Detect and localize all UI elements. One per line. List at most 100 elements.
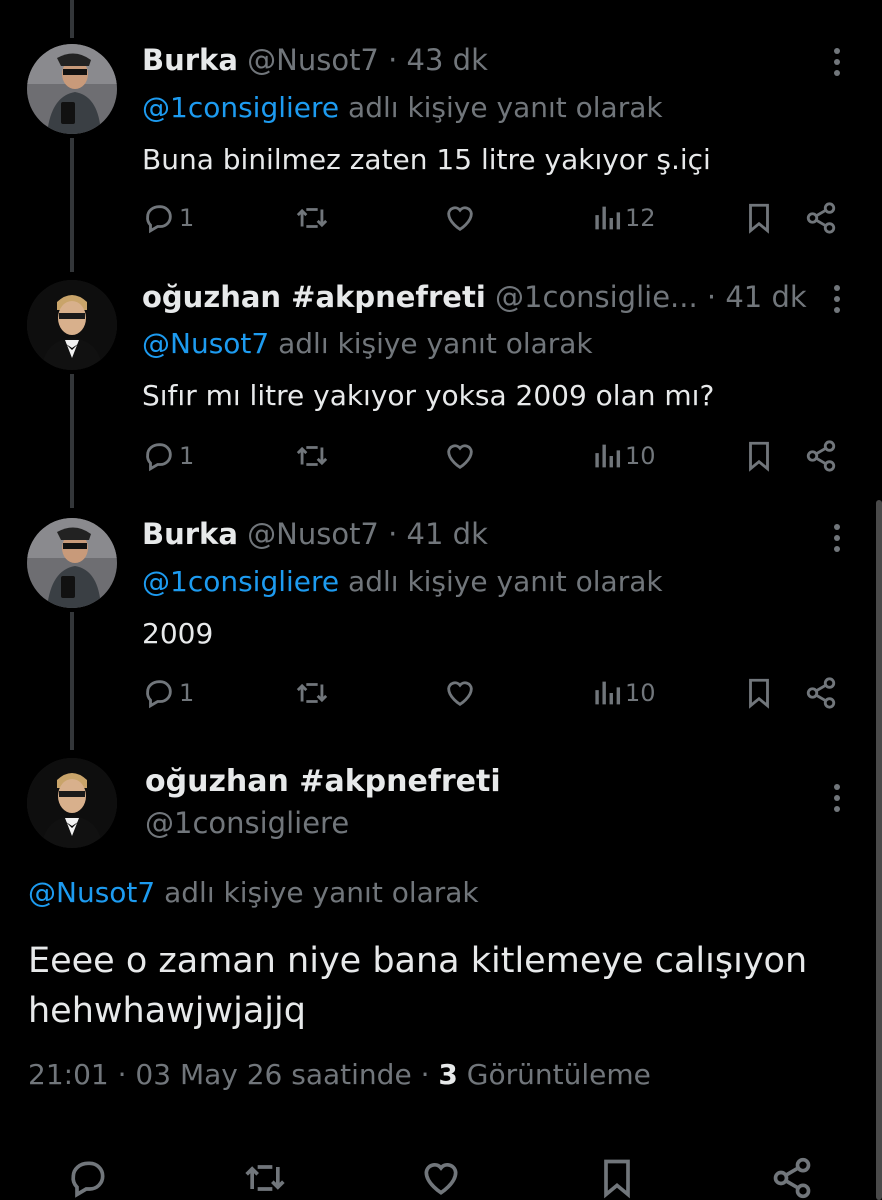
reply-icon bbox=[146, 443, 172, 472]
tweet-header: Burka @Nusot7 · 41 dk bbox=[142, 516, 488, 552]
man-with-sunglasses-avatar bbox=[27, 518, 117, 608]
share-icon bbox=[806, 677, 836, 709]
reply-icon bbox=[146, 680, 172, 709]
retweet-button[interactable] bbox=[294, 439, 330, 473]
retweet-icon bbox=[296, 446, 328, 466]
thread-line bbox=[70, 374, 74, 508]
tweet-text: Sıfır mı litre yakıyor yoksa 2009 olan m… bbox=[142, 379, 715, 412]
display-name[interactable]: Burka bbox=[142, 43, 238, 77]
share-button[interactable] bbox=[804, 439, 838, 473]
reply-context-label: adlı kişiye yanıt olarak bbox=[278, 327, 593, 360]
like-icon bbox=[424, 1163, 458, 1195]
retweet-icon bbox=[296, 208, 328, 228]
handle[interactable]: @1consiglie... bbox=[495, 280, 698, 314]
like-button[interactable] bbox=[443, 201, 477, 235]
mention-link[interactable]: @1consigliere bbox=[142, 565, 339, 598]
bookmark-button[interactable] bbox=[598, 1156, 636, 1200]
reply-context: @1consigliere adlı kişiye yanıt olarak bbox=[142, 90, 663, 126]
avatar[interactable] bbox=[27, 758, 117, 848]
like-button[interactable] bbox=[443, 439, 477, 473]
tweet-text: 2009 bbox=[142, 617, 214, 650]
share-button[interactable] bbox=[804, 201, 838, 235]
tweet-text: Eeee o zaman niye bana kitlemeye calışıy… bbox=[28, 936, 868, 1036]
like-icon bbox=[447, 681, 473, 707]
reply-button[interactable]: 1 bbox=[142, 439, 194, 473]
views-icon bbox=[595, 444, 621, 468]
bookmark-button[interactable] bbox=[744, 439, 774, 473]
separator: · bbox=[420, 1058, 430, 1091]
retweet-button[interactable] bbox=[294, 201, 330, 235]
reply-count: 1 bbox=[179, 204, 195, 232]
share-icon bbox=[806, 202, 836, 234]
like-button[interactable] bbox=[443, 676, 477, 710]
reply-count: 1 bbox=[179, 679, 195, 707]
share-button[interactable] bbox=[770, 1156, 814, 1200]
tweet-meta: 21:01 · 03 May 26 saatinde · 3 Görüntüle… bbox=[28, 1058, 651, 1091]
more-icon[interactable] bbox=[822, 780, 852, 816]
retweet-icon bbox=[296, 683, 328, 703]
display-name[interactable]: oğuzhan #akpnefreti bbox=[145, 764, 501, 799]
tweet-text: Buna binilmez zaten 15 litre yakıyor ş.i… bbox=[142, 143, 711, 176]
views-label: Görüntüleme bbox=[466, 1058, 651, 1091]
timestamp[interactable]: 41 dk bbox=[725, 280, 806, 314]
views-count: 10 bbox=[625, 679, 656, 707]
display-name[interactable]: oğuzhan #akpnefreti bbox=[142, 280, 486, 314]
views-button[interactable]: 10 bbox=[592, 676, 656, 710]
views-count: 10 bbox=[625, 442, 656, 470]
handle[interactable]: @Nusot7 bbox=[247, 517, 379, 551]
retweet-button[interactable] bbox=[242, 1156, 288, 1200]
reply-icon bbox=[146, 205, 172, 234]
views-button[interactable]: 12 bbox=[592, 201, 656, 235]
bookmark-button[interactable] bbox=[744, 676, 774, 710]
like-button[interactable] bbox=[418, 1156, 464, 1200]
display-name[interactable]: Burka bbox=[142, 517, 238, 551]
reply-context: @Nusot7 adlı kişiye yanıt olarak bbox=[142, 326, 593, 362]
avatar[interactable] bbox=[27, 44, 117, 134]
handle[interactable]: @Nusot7 bbox=[247, 43, 379, 77]
mention-link[interactable]: @Nusot7 bbox=[28, 876, 155, 909]
bookmark-icon bbox=[749, 441, 769, 472]
tweet-header: Burka @Nusot7 · 43 dk bbox=[142, 42, 488, 78]
bookmark-button[interactable] bbox=[744, 201, 774, 235]
views-count: 3 bbox=[438, 1058, 458, 1091]
separator: · bbox=[117, 1058, 127, 1091]
more-icon[interactable] bbox=[822, 44, 852, 80]
tweet-date[interactable]: 03 May 26 saatinde bbox=[135, 1058, 411, 1091]
timestamp[interactable]: 43 dk bbox=[407, 43, 488, 77]
more-icon[interactable] bbox=[822, 281, 852, 317]
man-in-tuxedo-avatar bbox=[27, 758, 117, 848]
reply-context: @Nusot7 adlı kişiye yanıt olarak bbox=[28, 876, 479, 909]
timestamp[interactable]: 41 dk bbox=[407, 517, 488, 551]
bookmark-icon bbox=[749, 678, 769, 709]
reply-context-label: adlı kişiye yanıt olarak bbox=[164, 876, 479, 909]
man-in-tuxedo-avatar bbox=[27, 280, 117, 370]
share-button[interactable] bbox=[804, 676, 838, 710]
more-icon[interactable] bbox=[822, 520, 852, 556]
views-button[interactable]: 10 bbox=[592, 439, 656, 473]
tweet-time[interactable]: 21:01 bbox=[28, 1058, 109, 1091]
reply-button[interactable]: 1 bbox=[142, 676, 194, 710]
like-icon bbox=[447, 206, 473, 232]
retweet-button[interactable] bbox=[294, 676, 330, 710]
reply-button[interactable]: 1 bbox=[142, 201, 194, 235]
mention-link[interactable]: @Nusot7 bbox=[142, 327, 269, 360]
separator: · bbox=[388, 517, 398, 551]
avatar[interactable] bbox=[27, 280, 117, 370]
reply-icon bbox=[71, 1161, 105, 1198]
mention-link[interactable]: @1consigliere bbox=[142, 91, 339, 124]
man-with-sunglasses-avatar bbox=[27, 44, 117, 134]
reply-count: 1 bbox=[179, 442, 195, 470]
like-icon bbox=[447, 444, 473, 470]
reply-context-label: adlı kişiye yanıt olarak bbox=[348, 91, 663, 124]
reply-button[interactable] bbox=[66, 1156, 110, 1200]
reply-context-label: adlı kişiye yanıt olarak bbox=[348, 565, 663, 598]
scrollbar[interactable] bbox=[876, 500, 882, 1200]
tweet-header: oğuzhan #akpnefreti @1consiglie... · 41 … bbox=[142, 279, 807, 315]
retweet-icon bbox=[245, 1165, 285, 1191]
tweet-text-line: hehwhawjwjajjq bbox=[28, 991, 306, 1031]
views-icon bbox=[595, 681, 621, 705]
bookmark-icon bbox=[749, 203, 769, 234]
handle[interactable]: @1consigliere bbox=[145, 806, 349, 840]
avatar[interactable] bbox=[27, 518, 117, 608]
thread-line bbox=[70, 612, 74, 750]
